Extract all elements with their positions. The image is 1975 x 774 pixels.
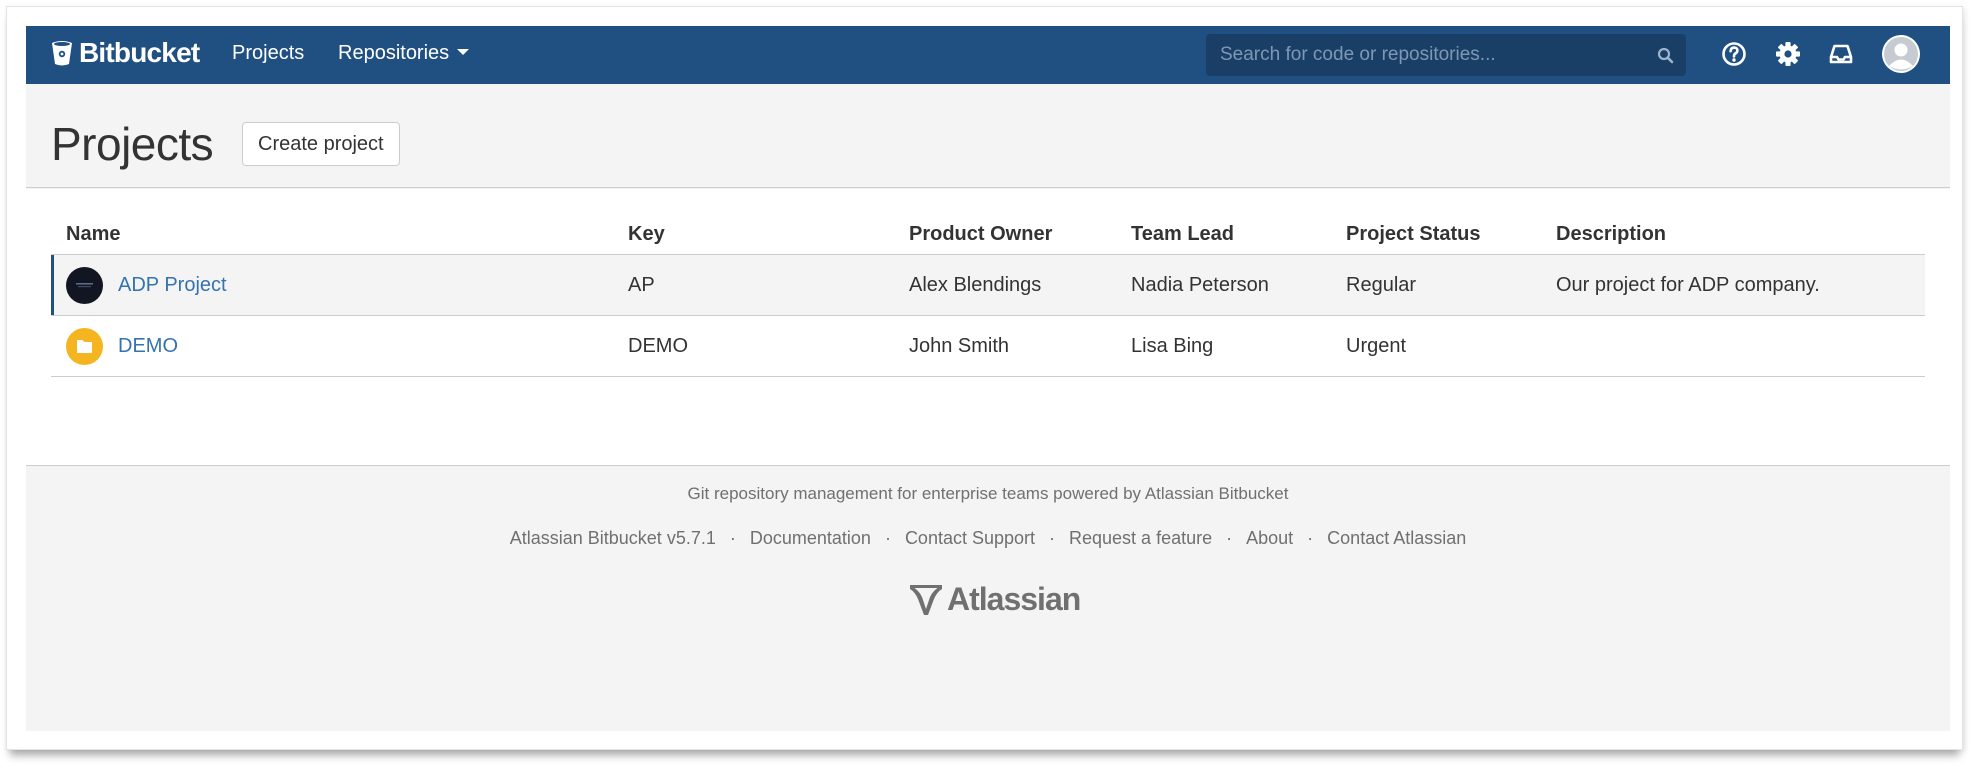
page-title: Projects (51, 118, 214, 170)
footer-separator: · (1226, 528, 1233, 548)
user-avatar[interactable] (1882, 35, 1920, 73)
project-status: Regular (1346, 274, 1417, 296)
column-header-project-status: Project Status (1346, 223, 1481, 245)
footer-contact-support-link[interactable]: Contact Support (905, 528, 1035, 548)
user-silhouette-icon (1884, 37, 1918, 71)
nav-repositories-dropdown[interactable]: Repositories (338, 42, 470, 65)
footer-separator: · (1049, 528, 1056, 548)
footer-contact-atlassian-link[interactable]: Contact Atlassian (1327, 528, 1466, 548)
project-team-lead: Lisa Bing (1131, 335, 1214, 357)
project-avatar (66, 328, 103, 365)
nav-projects[interactable]: Projects (232, 42, 304, 65)
footer-tagline: Git repository management for enterprise… (687, 484, 1289, 503)
project-product-owner: Alex Blendings (909, 274, 1042, 296)
screenshot-frame: Bitbucket Projects Repositories Search f… (6, 6, 1963, 750)
atlassian-mark-icon (910, 584, 942, 615)
project-status: Urgent (1346, 335, 1407, 357)
brand-name: Bitbucket (79, 37, 200, 68)
bitbucket-bucket-icon (52, 41, 72, 66)
footer-documentation-link[interactable]: Documentation (750, 528, 871, 548)
projects-content: Name Key Product Owner Team Lead Project… (26, 189, 1950, 466)
project-team-lead: Nadia Peterson (1131, 274, 1269, 296)
footer-about-link[interactable]: About (1246, 528, 1293, 548)
project-description: Our project for ADP company. (1556, 274, 1820, 296)
column-header-description: Description (1556, 223, 1667, 245)
footer-separator: · (884, 528, 891, 548)
table-row[interactable]: ADP Project AP Alex Blendings Nadia Pete… (51, 255, 1925, 316)
folder-icon (77, 340, 92, 353)
project-name-link[interactable]: DEMO (118, 335, 178, 358)
project-key: DEMO (628, 335, 688, 357)
table-row[interactable]: DEMO DEMO John Smith Lisa Bing Urgent (51, 316, 1925, 377)
column-header-key: Key (628, 223, 665, 245)
create-project-button[interactable]: Create project (242, 122, 400, 166)
column-header-name: Name (66, 223, 121, 245)
page-header: Projects Create project (26, 84, 1950, 188)
footer-request-feature-link[interactable]: Request a feature (1069, 528, 1212, 548)
search-icon[interactable] (1657, 47, 1674, 64)
nav-repositories-label: Repositories (338, 42, 450, 64)
gear-icon[interactable] (1773, 39, 1803, 69)
project-avatar (66, 267, 103, 304)
atlassian-logo-text: Atlassian (947, 581, 1081, 617)
bitbucket-logo[interactable]: Bitbucket (51, 37, 200, 68)
inbox-icon[interactable] (1826, 39, 1856, 69)
adp-project-logo-icon (76, 283, 93, 288)
projects-table: Name Key Product Owner Team Lead Project… (51, 210, 1925, 377)
search-box (1206, 34, 1686, 76)
search-input[interactable] (1206, 34, 1646, 76)
footer-separator: · (729, 528, 736, 548)
caret-down-icon (457, 48, 470, 55)
help-icon[interactable] (1719, 39, 1749, 69)
footer-version-link[interactable]: Atlassian Bitbucket v5.7.1 (510, 528, 716, 548)
project-product-owner: John Smith (909, 335, 1010, 357)
table-header: Name Key Product Owner Team Lead Project… (51, 210, 1925, 255)
top-navigation-bar: Bitbucket Projects Repositories (26, 26, 1950, 84)
atlassian-logo[interactable]: Atlassian (907, 581, 1081, 618)
project-name-link[interactable]: ADP Project (118, 274, 227, 297)
footer-separator: · (1307, 528, 1314, 548)
bitbucket-app: Bitbucket Projects Repositories Search f… (26, 26, 1950, 731)
project-key: AP (628, 274, 655, 296)
column-header-product-owner: Product Owner (909, 223, 1053, 245)
footer-links: Atlassian Bitbucket v5.7.1 · Documentation… (26, 528, 1950, 549)
column-header-team-lead: Team Lead (1131, 223, 1234, 245)
